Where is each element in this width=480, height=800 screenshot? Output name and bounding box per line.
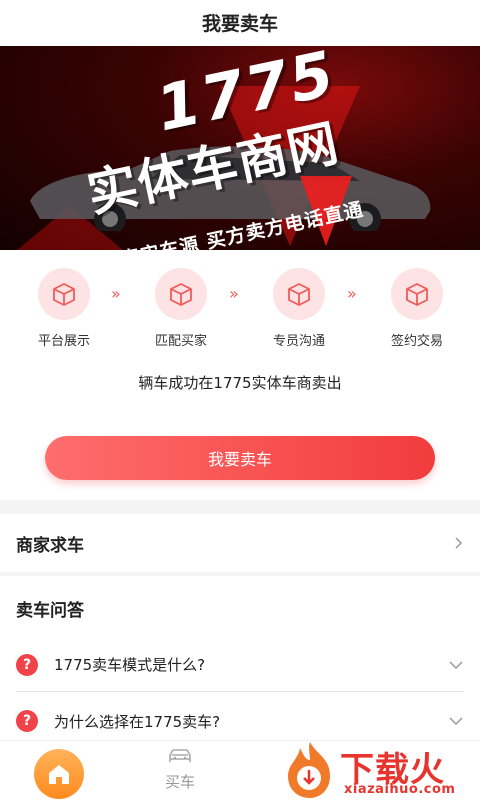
tab-label: 买车 — [164, 773, 195, 791]
promo-banner[interactable]: 1775 实体车商网 真实车源 买方卖方电话直通 — [0, 46, 480, 250]
step-arrow-icon: ›› — [111, 284, 121, 303]
tab-home[interactable] — [34, 749, 84, 799]
step-arrow-icon: ›› — [229, 284, 239, 303]
watermark-logo: 下载火 xiazaihuo.com — [280, 738, 480, 800]
box-icon — [391, 268, 443, 320]
chevron-down-icon[interactable] — [448, 716, 464, 726]
home-icon — [49, 765, 69, 784]
watermark-url: xiazaihuo.com — [344, 782, 456, 797]
section-title-qa: 卖车问答 — [16, 601, 84, 621]
section-divider — [0, 500, 480, 514]
page-title: 我要卖车 — [201, 12, 278, 35]
box-icon — [273, 268, 325, 320]
box-icon — [155, 268, 207, 320]
step-label: 专员沟通 — [272, 334, 325, 349]
section-title-merchant-wanted: 商家求车 — [16, 535, 84, 556]
step-platform-display: 平台展示 — [14, 268, 114, 349]
step-label: 平台展示 — [37, 334, 90, 349]
step-sign-deal: 签约交易 — [367, 268, 467, 349]
merchant-wanted-row[interactable]: 商家求车 — [0, 514, 480, 572]
question-icon: ? — [16, 653, 38, 676]
step-label: 签约交易 — [390, 334, 443, 349]
car-icon — [169, 749, 191, 762]
section-divider — [0, 572, 480, 576]
qa-question: 1775卖车模式是什么? — [54, 656, 206, 674]
tab-buy-car[interactable]: 买车 — [150, 747, 210, 792]
sell-process-steps: 平台展示 ›› 匹配买家 ›› 专员沟通 ›› 签约交易 — [0, 268, 480, 349]
sell-car-button[interactable]: 我要卖车 — [45, 436, 435, 480]
qa-item[interactable]: ? 1775卖车模式是什么? — [16, 638, 464, 692]
box-icon — [38, 268, 90, 320]
step-match-buyer: 匹配买家 — [131, 268, 231, 349]
qa-question: 为什么选择在1775卖车? — [54, 712, 221, 731]
flame-icon — [288, 742, 330, 798]
chevron-right-icon — [455, 537, 463, 549]
chevron-down-icon[interactable] — [448, 660, 464, 670]
step-arrow-icon: ›› — [347, 284, 357, 303]
step-agent-contact: 专员沟通 — [249, 268, 349, 349]
sold-count-description: 辆车成功在1775实体车商卖出 — [138, 374, 342, 392]
question-icon: ? — [16, 710, 38, 732]
step-label: 匹配买家 — [154, 334, 207, 349]
top-bar: 我要卖车 — [0, 0, 480, 44]
